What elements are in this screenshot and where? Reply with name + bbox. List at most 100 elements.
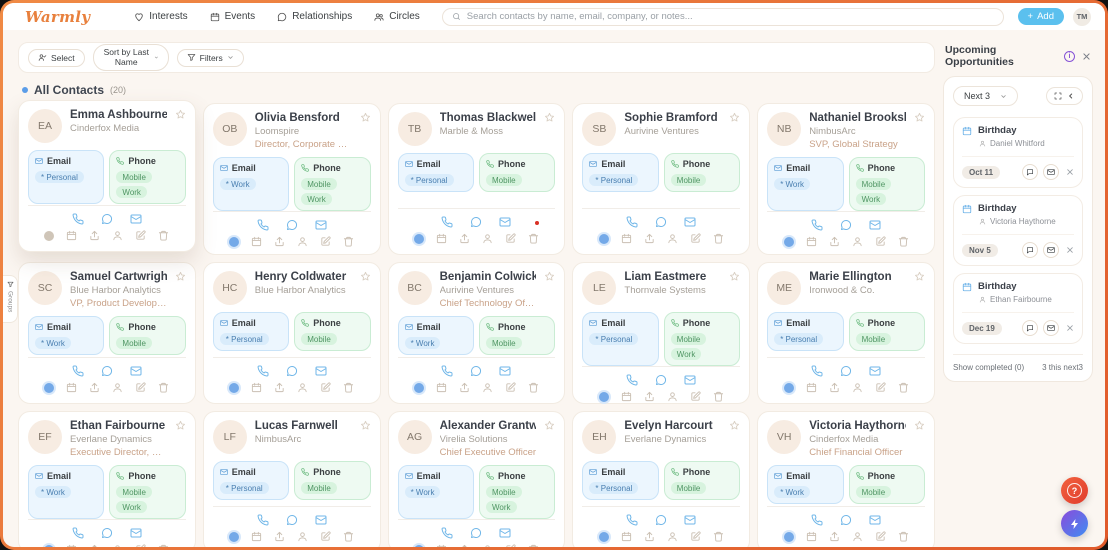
phone-box[interactable]: Phone Mobile	[663, 461, 741, 500]
panel-expand-collapse[interactable]	[1046, 87, 1083, 105]
calendar-icon[interactable]	[806, 236, 817, 247]
opportunity-card[interactable]: Birthday Victoria Haythorne Nov 5	[953, 195, 1083, 266]
edit-icon[interactable]	[135, 230, 146, 241]
person-icon[interactable]	[112, 230, 123, 241]
star-icon[interactable]	[175, 109, 186, 120]
message-action-icon[interactable]	[470, 216, 482, 228]
phone-box[interactable]: Phone Mobile	[848, 312, 925, 351]
email-box[interactable]: Email * Work	[212, 157, 290, 211]
call-action-icon[interactable]	[441, 527, 453, 539]
dismiss-icon[interactable]	[1066, 246, 1074, 254]
calendar-icon[interactable]	[436, 382, 447, 393]
status-dot[interactable]	[44, 230, 55, 241]
person-icon[interactable]	[667, 233, 678, 244]
edit-icon[interactable]	[320, 531, 331, 542]
calendar-icon[interactable]	[66, 230, 77, 241]
email-action-icon[interactable]	[869, 219, 881, 231]
call-action-icon[interactable]	[626, 216, 638, 228]
message-action-icon[interactable]	[101, 213, 113, 225]
edit-icon[interactable]	[690, 233, 701, 244]
email-button[interactable]	[1043, 242, 1059, 258]
edit-icon[interactable]	[875, 531, 886, 542]
email-box[interactable]: Email * Work	[767, 465, 844, 504]
share-icon[interactable]	[459, 544, 470, 547]
person-icon[interactable]	[112, 544, 123, 547]
phone-box[interactable]: Phone Mobile Work	[479, 465, 556, 519]
star-icon[interactable]	[360, 420, 371, 431]
share-icon[interactable]	[644, 233, 655, 244]
status-dot[interactable]	[229, 382, 240, 393]
trash-icon[interactable]	[898, 531, 909, 542]
contact-card[interactable]: EF Ethan Fairbourne Everlane Dynamics Ex…	[18, 411, 196, 547]
email-action-icon[interactable]	[130, 365, 142, 377]
email-box[interactable]: Email * Personal	[28, 150, 105, 204]
message-action-icon[interactable]	[101, 365, 113, 377]
person-icon[interactable]	[852, 531, 863, 542]
email-box[interactable]: Email * Work	[767, 157, 844, 211]
contact-card[interactable]: EH Evelyn Harcourt Everlane Dynamics Ema…	[572, 411, 751, 547]
phone-box[interactable]: Phone Mobile	[294, 312, 371, 351]
message-action-icon[interactable]	[655, 216, 667, 228]
user-avatar[interactable]: TM	[1073, 7, 1091, 26]
share-icon[interactable]	[644, 531, 655, 542]
select-button[interactable]: Select	[28, 48, 85, 67]
message-button[interactable]	[1022, 242, 1038, 258]
message-button[interactable]	[1022, 320, 1038, 336]
star-icon[interactable]	[729, 420, 740, 431]
email-action-icon[interactable]	[684, 374, 696, 386]
email-box[interactable]: Email * Work	[28, 465, 105, 519]
star-icon[interactable]	[914, 271, 925, 282]
call-action-icon[interactable]	[626, 514, 638, 526]
person-icon[interactable]	[667, 391, 678, 402]
calendar-icon[interactable]	[251, 382, 262, 393]
person-icon[interactable]	[482, 382, 493, 393]
edit-icon[interactable]	[505, 382, 516, 393]
edit-icon[interactable]	[875, 236, 886, 247]
star-icon[interactable]	[729, 271, 740, 282]
share-icon[interactable]	[89, 230, 100, 241]
star-icon[interactable]	[544, 420, 555, 431]
star-icon[interactable]	[360, 112, 371, 123]
email-action-icon[interactable]	[684, 216, 696, 228]
star-icon[interactable]	[360, 271, 371, 282]
ai-assistant-button[interactable]	[1061, 510, 1088, 537]
phone-box[interactable]: Phone Mobile Work	[848, 157, 925, 211]
status-dot[interactable]	[44, 544, 55, 547]
trash-icon[interactable]	[528, 382, 539, 393]
message-action-icon[interactable]	[470, 527, 482, 539]
contact-card[interactable]: SC Samuel Cartwright Blue Harbor Analyti…	[18, 262, 196, 404]
phone-box[interactable]: Phone Mobile	[848, 465, 925, 504]
email-action-icon[interactable]	[499, 216, 511, 228]
message-action-icon[interactable]	[286, 219, 298, 231]
call-action-icon[interactable]	[626, 374, 638, 386]
status-dot[interactable]	[413, 382, 424, 393]
person-icon[interactable]	[297, 531, 308, 542]
trash-icon[interactable]	[343, 236, 354, 247]
contact-card[interactable]: VH Victoria Haythorne Cinderfox Media Ch…	[757, 411, 935, 547]
trash-icon[interactable]	[713, 391, 724, 402]
call-action-icon[interactable]	[72, 213, 84, 225]
email-box[interactable]: Email * Personal	[582, 461, 659, 500]
call-action-icon[interactable]	[72, 527, 84, 539]
trash-icon[interactable]	[343, 382, 354, 393]
share-icon[interactable]	[89, 544, 100, 547]
email-button[interactable]	[1043, 320, 1059, 336]
calendar-icon[interactable]	[251, 236, 262, 247]
status-dot[interactable]	[783, 236, 794, 247]
status-dot[interactable]	[783, 531, 794, 542]
nav-interests[interactable]: Interests	[134, 11, 188, 22]
status-dot[interactable]	[598, 531, 609, 542]
message-action-icon[interactable]	[655, 514, 667, 526]
call-action-icon[interactable]	[811, 219, 823, 231]
contact-card[interactable]: ME Marie Ellington Ironwood & Co. Email …	[757, 262, 935, 404]
status-dot[interactable]	[413, 544, 424, 547]
trash-icon[interactable]	[713, 531, 724, 542]
calendar-icon[interactable]	[251, 531, 262, 542]
star-icon[interactable]	[914, 112, 925, 123]
calendar-icon[interactable]	[621, 233, 632, 244]
trash-icon[interactable]	[713, 233, 724, 244]
star-icon[interactable]	[175, 271, 186, 282]
status-dot[interactable]	[783, 382, 794, 393]
phone-box[interactable]: Phone Mobile	[109, 316, 186, 355]
contact-card[interactable]: SB Sophie Bramford Aurivine Ventures Ema…	[572, 103, 751, 255]
